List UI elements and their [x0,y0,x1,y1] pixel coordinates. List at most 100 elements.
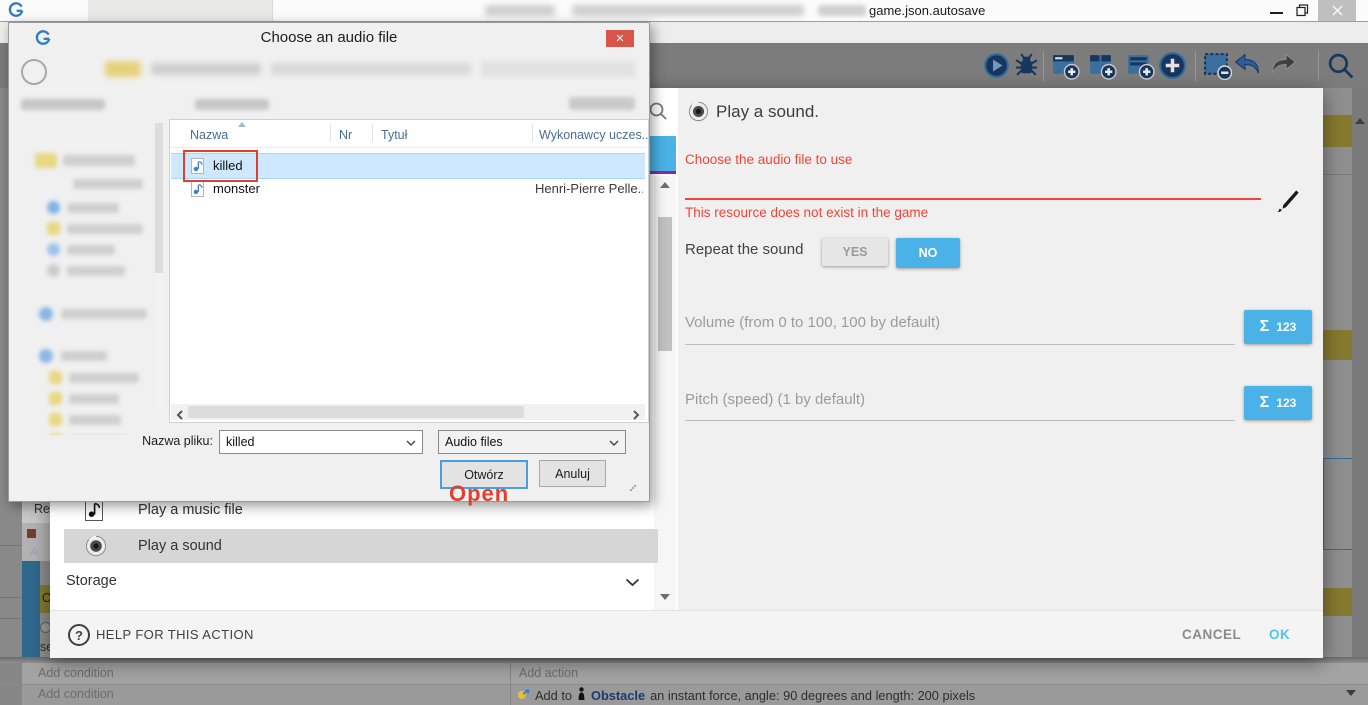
scroll-down-icon[interactable] [660,594,670,600]
scroll-up-icon[interactable] [660,182,670,188]
column-header-title[interactable]: Tytuł [381,128,407,142]
app-window: game.json.autosave [0,0,1368,705]
event-variable-chip [1323,588,1352,616]
column-header-artists[interactable]: Wykonawcy uczes... [539,128,652,142]
event-partial-row: se [40,640,50,656]
minimize-button[interactable] [1270,12,1283,14]
scroll-up-icon[interactable] [1355,118,1365,124]
filename-value: killed [220,435,406,449]
redo-icon[interactable] [1268,52,1298,84]
chevron-down-icon[interactable] [625,574,640,592]
speaker-icon [85,535,107,562]
expression-123: 123 [1276,320,1296,334]
close-icon[interactable]: ✕ [606,30,634,47]
scroll-thumb[interactable] [658,217,672,351]
dialog-footer: ? HELP FOR THIS ACTION CANCEL OK [50,610,1323,658]
brush-edit-icon[interactable] [1276,188,1300,219]
volume-expression-button[interactable]: Σ 123 [1244,310,1312,344]
debugger-icon[interactable] [1013,52,1040,84]
event-variable-chip: O [40,585,50,613]
speaker-icon [688,101,709,127]
drag-handle-icon[interactable] [26,689,30,699]
volume-field-label: Volume (from 0 to 100, 100 by default) [685,314,940,331]
dialog-title: Choose an audio file [9,29,649,46]
event-action-row[interactable]: Add to Obstacle an instant force, angle:… [517,687,975,703]
row-margin [0,685,22,705]
action-text: an instant force, angle: 90 degrees and … [650,688,975,703]
event-divider [1323,174,1352,175]
cancel-button[interactable]: Anuluj [539,460,606,487]
object-icon [577,687,586,703]
add-condition-link[interactable]: Add condition [38,666,114,680]
scroll-right-icon[interactable] [632,407,640,425]
remove-event-icon[interactable] [1203,51,1232,85]
repeat-yes-button[interactable]: YES [822,238,888,266]
document-title: game.json.autosave [869,3,985,18]
column-divider [532,124,533,142]
scroll-down-icon[interactable] [1346,690,1356,696]
column-header-nr[interactable]: Nr [339,128,352,142]
group-storage[interactable]: Storage [66,573,117,589]
scroll-thumb[interactable] [155,123,163,273]
object-name: Obstacle [591,688,645,703]
filetype-value: Audio files [439,435,609,449]
close-button[interactable] [1318,0,1356,21]
resize-grip[interactable] [628,483,638,493]
file-chooser-dialog: Choose an audio file ✕ [8,22,650,502]
blurred-menu-item [195,99,269,110]
toolbar-separator [1318,51,1319,81]
file-name: monster [213,181,260,196]
pitch-field-label: Pitch (speed) (1 by default) [685,391,865,408]
add-sub-event-icon[interactable] [1088,51,1117,85]
scroll-thumb[interactable] [188,406,524,418]
column-divider [510,663,511,684]
add-condition-link[interactable]: Add condition [38,687,114,701]
sidebar-scrollbar[interactable] [155,123,163,413]
row-margin [0,663,22,684]
event-selected-box [1323,458,1353,550]
search-icon[interactable] [648,101,668,126]
add-circle-icon[interactable] [1157,50,1188,86]
event-partial-row: A [22,523,50,561]
add-event-icon[interactable] [1051,51,1080,85]
event-row: Add condition Add action [0,663,1368,685]
add-comment-icon[interactable] [1126,51,1155,85]
toolbar-separator [1195,51,1196,81]
volume-input[interactable] [685,344,1235,345]
dialog-title: Play a sound. [716,102,819,122]
blurred-search-box [481,61,635,77]
event-variable-chip [1323,115,1352,147]
filetype-combobox[interactable]: Audio files [438,430,626,454]
repeat-no-button[interactable]: NO [896,238,960,268]
cancel-button[interactable]: CANCEL [1182,627,1241,642]
horizontal-scrollbar[interactable] [171,404,645,420]
annotation-highlight-box [183,150,258,182]
column-header-name[interactable]: Nazwa [190,128,228,142]
filename-combobox[interactable]: killed [219,430,423,454]
titlebar-tab-block [88,0,273,21]
events-scrollbar[interactable] [1352,88,1368,705]
add-action-link[interactable]: Add action [519,666,578,680]
list-header: Nazwa Nr Tytuł Wykonawcy uczes... [170,120,646,148]
gdevelop-logo-icon [8,2,24,23]
help-icon[interactable]: ? [68,624,90,646]
toolbar-separator [1043,51,1044,81]
list-item-label: Play a sound [138,538,222,554]
audio-file-input[interactable] [685,198,1261,200]
pitch-input[interactable] [685,420,1235,421]
undo-icon[interactable] [1233,52,1263,84]
column-divider [510,685,511,705]
mini-icon [27,529,36,538]
ok-button[interactable]: OK [1269,627,1290,642]
pitch-expression-button[interactable]: Σ 123 [1244,386,1312,420]
restore-button[interactable] [1296,4,1309,22]
file-row-monster[interactable]: monster Henri-Pierre Pelle... [171,179,645,200]
resource-error-text: This resource does not exist in the game [685,205,928,220]
event-divider [0,597,22,598]
scroll-left-icon[interactable] [176,407,184,425]
event-row: Add condition Add to Obstacle an instant… [0,685,1368,705]
play-icon[interactable] [983,52,1010,84]
search-events-icon[interactable] [1326,51,1355,85]
list-item-play-sound-selected[interactable]: Play a sound [64,529,658,563]
help-link[interactable]: HELP FOR THIS ACTION [96,627,254,642]
